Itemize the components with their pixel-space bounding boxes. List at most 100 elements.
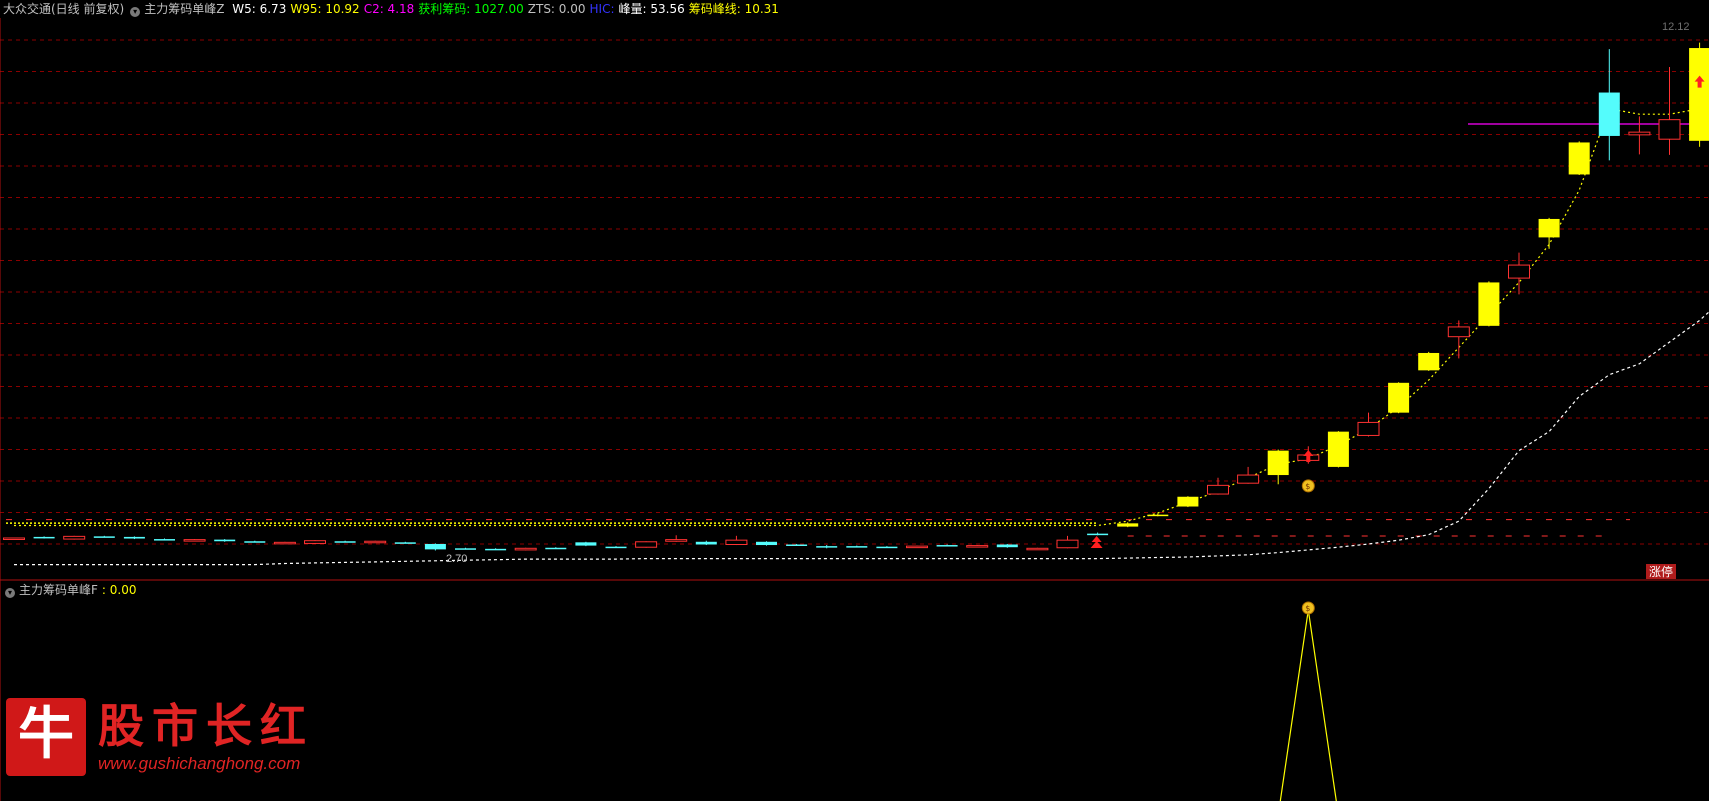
candle-body <box>394 542 416 544</box>
candle <box>455 547 476 550</box>
indicator-field: W95: 10.92 <box>290 2 360 16</box>
candle <box>996 543 1018 548</box>
signal-markers: $ <box>1090 75 1705 548</box>
candle-body <box>485 548 507 551</box>
logo-url: www.gushichanghong.com <box>98 754 301 773</box>
indicator-name[interactable]: 主力筹码单峰Z <box>144 2 224 16</box>
grid-lines <box>0 18 1709 801</box>
sub-chart-header: ▾ 主力筹码单峰F: 0.00 <box>3 582 140 598</box>
low-price-label: 2.70 <box>446 553 467 565</box>
candle <box>695 540 717 546</box>
money-bag-symbol: $ <box>1305 604 1310 613</box>
stock-name: 大众交通(日线 前复权) <box>3 2 125 16</box>
logo-badge: 牛 <box>6 698 86 776</box>
indicator-field: 筹码峰线: 10.31 <box>688 2 779 16</box>
signal-spike-line <box>1279 609 1337 801</box>
candle-body <box>966 545 989 548</box>
candle-body <box>63 535 86 540</box>
candle-body <box>1267 450 1289 476</box>
logo-badge-char: 牛 <box>18 701 74 767</box>
money-bag-symbol: $ <box>1305 482 1310 491</box>
candle-body <box>756 541 777 546</box>
candle <box>1508 252 1530 295</box>
indicator-dropdown-icon[interactable]: ▾ <box>5 588 15 598</box>
signal-triangle-icon <box>1090 540 1103 548</box>
candle <box>304 540 326 544</box>
candle-body <box>1056 539 1079 549</box>
candle-body <box>154 539 175 541</box>
candle <box>485 548 507 551</box>
candle-body <box>695 541 717 545</box>
stock-chart-canvas[interactable]: $ $ 2.70 12.12 涨停 <box>0 0 1709 801</box>
candle <box>1689 42 1709 147</box>
candle <box>1478 281 1500 327</box>
candle-body <box>244 541 266 543</box>
candle <box>1026 547 1049 551</box>
sub-indicator-panel[interactable]: $ <box>1279 601 1337 801</box>
candle <box>1237 466 1260 484</box>
candle <box>424 543 446 551</box>
candle-body <box>123 536 145 539</box>
candle <box>1598 49 1620 161</box>
candle <box>1327 431 1349 468</box>
candle <box>364 540 387 544</box>
candle <box>1418 351 1440 371</box>
candle <box>394 541 416 544</box>
candle-body <box>1538 218 1560 238</box>
candle-body <box>183 539 206 542</box>
candle-body <box>1147 514 1169 517</box>
candle-body <box>1237 474 1260 484</box>
sub-indicator-name[interactable]: 主力筹码单峰F <box>19 583 98 597</box>
sub-indicator-value: : 0.00 <box>101 583 137 597</box>
candle-body <box>1207 484 1229 495</box>
candle-body <box>1117 523 1139 527</box>
candle-body <box>996 544 1018 548</box>
candle-body <box>1026 547 1049 551</box>
candle <box>1087 532 1109 536</box>
candle <box>846 545 868 548</box>
indicator-field: HIC: <box>589 2 615 16</box>
candle <box>154 538 175 541</box>
candle <box>1568 141 1590 176</box>
candle-body <box>424 543 446 550</box>
candle-body <box>33 536 55 539</box>
candle <box>63 535 86 540</box>
candle-body <box>455 548 476 550</box>
candle-body <box>906 545 928 549</box>
indicator-dropdown-icon[interactable]: ▾ <box>130 7 141 17</box>
candle <box>1658 67 1681 155</box>
candle-body <box>304 540 326 544</box>
candlesticks[interactable] <box>3 42 1709 551</box>
candle-body <box>214 539 236 542</box>
candle-body <box>1658 119 1681 140</box>
candle-body <box>1357 421 1380 436</box>
candle-body <box>1478 282 1500 326</box>
candle-body <box>605 546 627 549</box>
candle-body <box>1327 431 1349 467</box>
candle <box>1388 382 1410 414</box>
candle <box>183 539 206 542</box>
candle <box>966 545 989 548</box>
candle <box>93 535 115 538</box>
logo-title: 股市长红 <box>98 699 314 753</box>
watermark-logo: 牛 股市长红 www.gushichanghong.com <box>6 696 316 786</box>
candle <box>906 545 928 549</box>
candle-body <box>786 544 808 546</box>
candle <box>1267 449 1289 485</box>
candle <box>605 546 627 549</box>
w95-line <box>14 106 1709 527</box>
candle <box>514 547 537 551</box>
candle-body <box>545 547 567 550</box>
candle <box>936 544 958 547</box>
candle-body <box>936 545 958 547</box>
candle-body <box>1568 142 1590 175</box>
indicator-field: 峰量: 53.56 <box>618 2 685 16</box>
candle-body <box>93 536 115 538</box>
candle <box>756 541 777 546</box>
candle <box>816 545 838 549</box>
indicator-field: W5: 6.73 <box>232 2 287 16</box>
candle-body <box>1598 92 1620 136</box>
money-bag-icon: $ <box>1301 479 1315 493</box>
candle-body <box>1177 496 1199 507</box>
candle-body <box>3 537 25 540</box>
